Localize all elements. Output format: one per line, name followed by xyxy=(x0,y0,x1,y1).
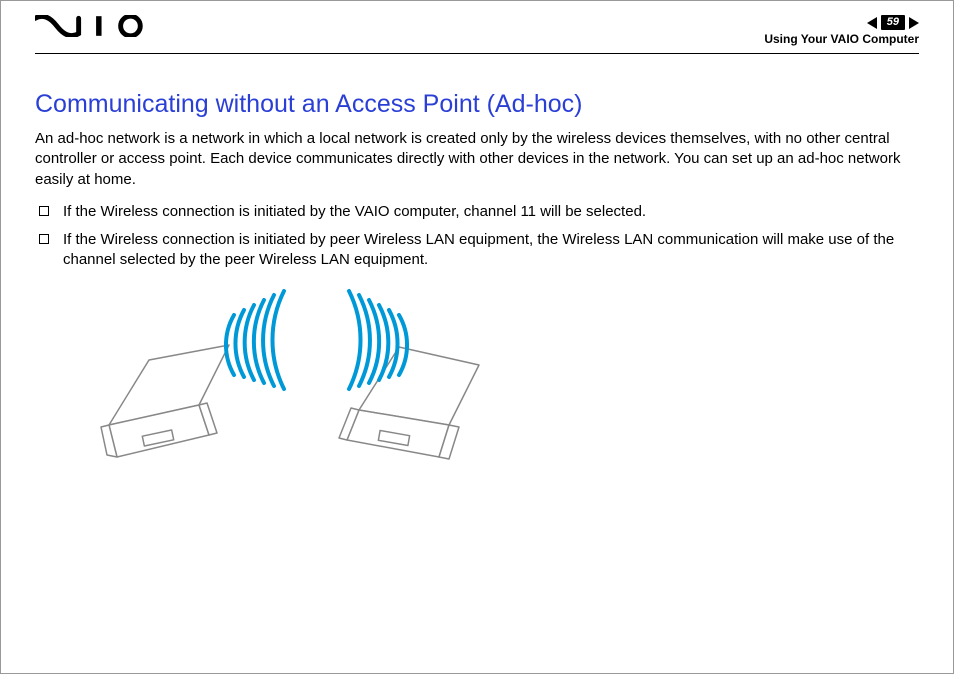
vaio-logo xyxy=(35,15,155,42)
page-navigator: 59 xyxy=(867,15,919,30)
list-item: If the Wireless connection is initiated … xyxy=(35,202,919,222)
breadcrumb: Using Your VAIO Computer xyxy=(764,32,919,46)
adhoc-illustration xyxy=(79,285,919,470)
prev-page-arrow-icon[interactable] xyxy=(867,17,877,29)
header-right: 59 Using Your VAIO Computer xyxy=(764,15,919,46)
next-page-arrow-icon[interactable] xyxy=(909,17,919,29)
bullet-list: If the Wireless connection is initiated … xyxy=(35,202,919,271)
list-item: If the Wireless connection is initiated … xyxy=(35,230,919,271)
page-header: 59 Using Your VAIO Computer xyxy=(35,15,919,54)
page-number: 59 xyxy=(881,15,905,30)
intro-paragraph: An ad-hoc network is a network in which … xyxy=(35,129,919,190)
section-title: Communicating without an Access Point (A… xyxy=(35,90,919,119)
document-page: 59 Using Your VAIO Computer Communicatin… xyxy=(0,0,954,674)
